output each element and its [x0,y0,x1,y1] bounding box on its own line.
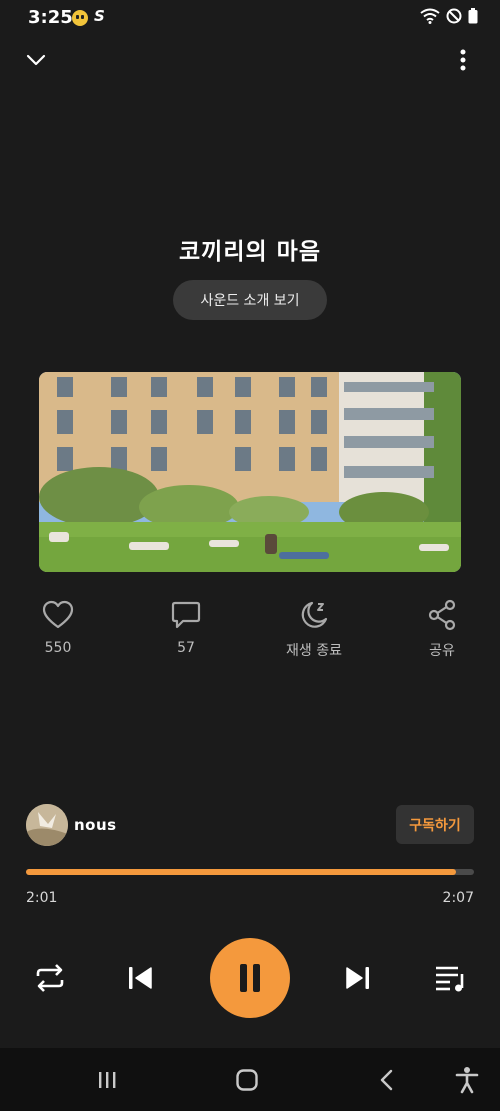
artist-info[interactable]: nous [26,804,117,846]
status-bar: 3:25 S [0,0,500,36]
recent-apps-button[interactable] [92,1066,122,1094]
wifi-icon [420,8,440,24]
playlist-icon [436,966,464,992]
skip-previous-icon [129,967,152,989]
back-button[interactable] [372,1066,402,1094]
comment-icon [171,601,201,629]
collapse-button[interactable] [20,44,52,76]
sleep-moon-icon [301,601,328,628]
share-icon [428,599,456,631]
status-icons [420,8,478,24]
system-navigation-bar [0,1048,500,1111]
repeat-button[interactable] [30,958,70,998]
artist-name[interactable]: nous [74,816,117,834]
action-bar: 550 57 재생 종료 공유 [0,598,500,668]
comment-count: 57 [177,640,195,656]
progress-fill [26,869,457,875]
like-button[interactable]: 550 [8,598,108,656]
app-notification-icon: S [94,7,105,25]
emoji-notification-icon [72,10,88,26]
sleep-timer-label: 재생 종료 [286,643,342,659]
repeat-icon [36,964,64,992]
chevron-down-icon [26,54,46,66]
track-artwork [39,372,461,572]
more-vertical-icon [460,49,466,71]
sleep-timer-button[interactable]: 재생 종료 [264,598,364,660]
elapsed-time: 2:01 [26,890,58,906]
pause-icon [240,964,260,992]
share-button[interactable]: 공유 [392,598,492,660]
progress-bar[interactable] [26,869,474,875]
accessibility-icon [455,1067,479,1094]
recent-apps-icon [99,1072,116,1088]
pause-button[interactable] [210,938,290,1018]
heart-icon [42,600,74,629]
avatar[interactable] [26,804,68,846]
home-icon [236,1069,258,1091]
accessibility-button[interactable] [452,1066,482,1094]
do-not-disturb-icon [446,8,462,24]
previous-button[interactable] [120,958,160,998]
track-title: 코끼리의 마음 [179,239,321,265]
total-time: 2:07 [442,890,474,906]
like-count: 550 [44,640,72,656]
home-button[interactable] [232,1066,262,1094]
share-label: 공유 [429,643,455,659]
next-button[interactable] [338,958,378,998]
status-time: 3:25 [28,7,73,28]
sound-intro-button[interactable]: 사운드 소개 보기 [173,280,327,320]
skip-next-icon [346,967,369,989]
playlist-button[interactable] [430,958,470,998]
battery-icon [468,8,478,24]
back-icon [380,1069,393,1091]
more-options-button[interactable] [447,44,479,76]
comment-button[interactable]: 57 [136,598,236,656]
playback-controls [0,938,500,1018]
subscribe-button[interactable]: 구독하기 [396,805,474,844]
